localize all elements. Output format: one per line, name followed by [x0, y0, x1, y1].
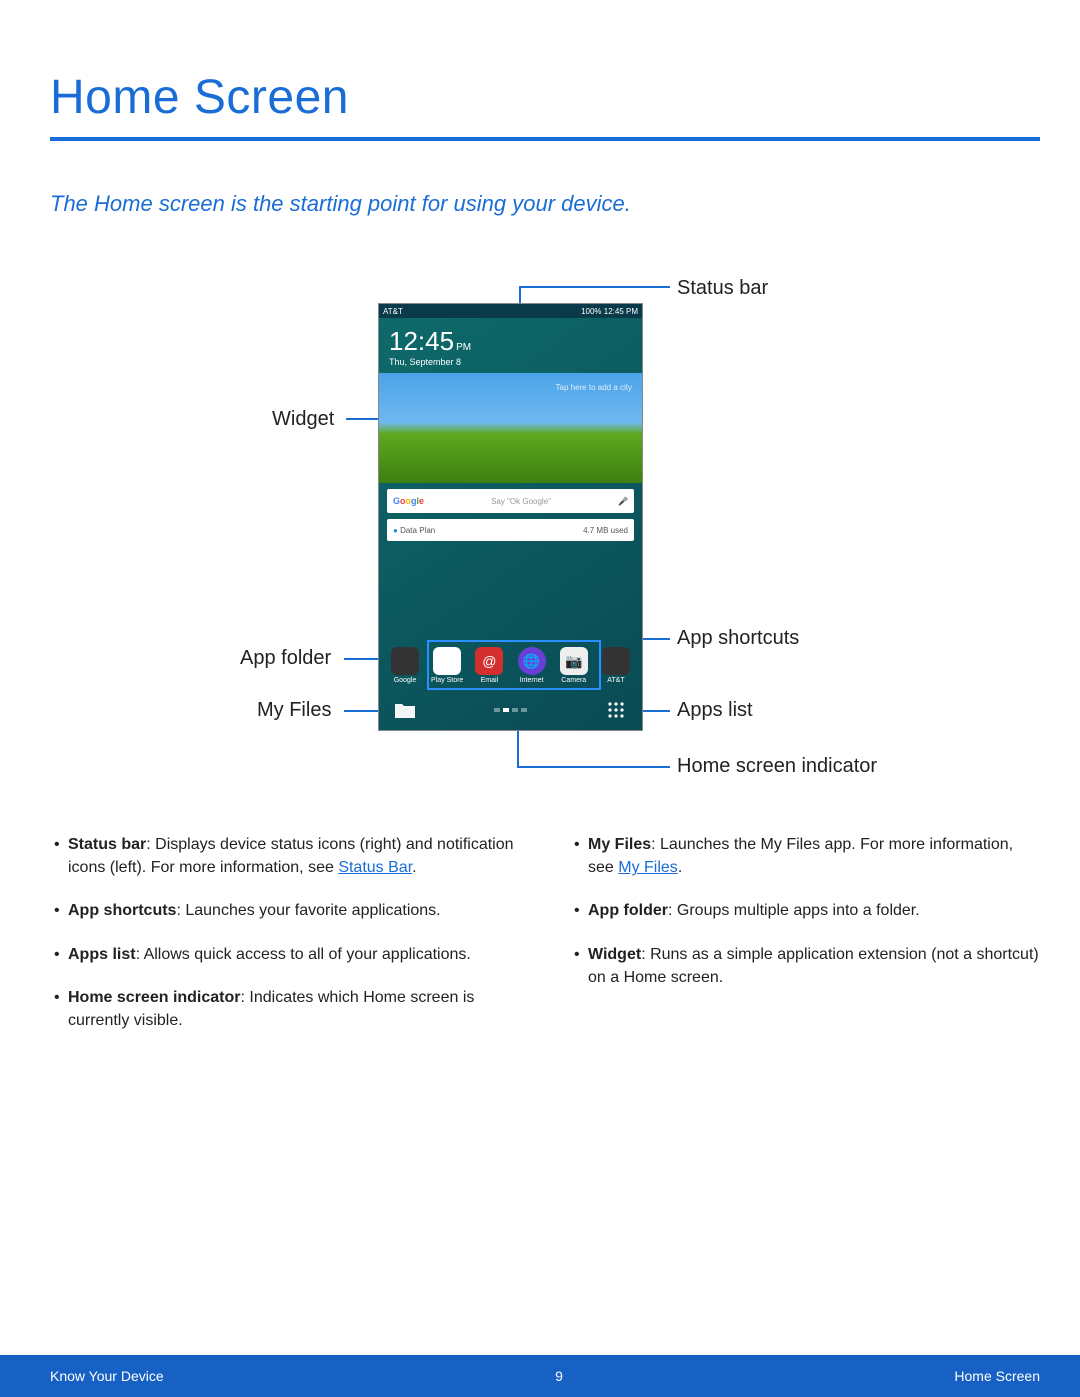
carrier-label: AT&T	[383, 307, 403, 316]
app-label-camera: Camera	[561, 677, 586, 684]
label-status-bar: Status bar	[677, 277, 768, 300]
bottom-row	[379, 698, 642, 722]
label-widget: Widget	[272, 408, 334, 431]
google-logo: Google	[393, 496, 424, 506]
phone-status-bar: AT&T 100% 12:45 PM	[379, 304, 642, 318]
app-att-folder: AT&T	[598, 647, 634, 684]
inline-link[interactable]: My Files	[618, 859, 678, 876]
bullet-term: Widget	[588, 946, 641, 963]
footer-page-number: 9	[555, 1368, 563, 1384]
app-email: @ Email	[471, 647, 507, 684]
bullet-item: App folder: Groups multiple apps into a …	[570, 899, 1040, 922]
status-right: 100% 12:45 PM	[581, 307, 638, 316]
app-label-email: Email	[481, 677, 499, 684]
data-plan-widget: ● Data Plan 4.7 MB used	[387, 519, 634, 541]
app-google-folder: Google	[387, 647, 423, 684]
description-columns: Status bar: Displays device status icons…	[50, 833, 1040, 1052]
my-files-icon	[393, 698, 417, 722]
mic-icon: 🎤	[618, 497, 628, 506]
google-hint: Say "Ok Google"	[491, 497, 551, 506]
bullet-item: Widget: Runs as a simple application ext…	[570, 943, 1040, 989]
intro-text: The Home screen is the starting point fo…	[50, 191, 1040, 217]
title-rule	[50, 137, 1040, 141]
bullet-term: Status bar	[68, 836, 146, 853]
data-plan-used: 4.7 MB used	[583, 526, 628, 535]
inline-link[interactable]: Status Bar	[338, 859, 412, 876]
bullet-term: App shortcuts	[68, 902, 176, 919]
footer-topic: Home Screen	[954, 1368, 1040, 1384]
bullet-item: Status bar: Displays device status icons…	[50, 833, 520, 879]
label-my-files: My Files	[257, 699, 331, 722]
app-label-att: AT&T	[607, 677, 624, 684]
right-column: My Files: Launches the My Files app. For…	[570, 833, 1040, 1052]
label-home-indicator: Home screen indicator	[677, 755, 877, 778]
google-search-widget: Google Say "Ok Google" 🎤	[387, 489, 634, 513]
bullet-item: My Files: Launches the My Files app. For…	[570, 833, 1040, 879]
label-app-shortcuts: App shortcuts	[677, 627, 799, 650]
footer-section: Know Your Device	[50, 1368, 164, 1384]
label-apps-list: Apps list	[677, 699, 753, 722]
add-city-hint: Tap here to add a city	[556, 383, 633, 392]
clock-time: 12:45	[389, 326, 454, 356]
app-dock: Google ▶ Play Store @ Email 🌐 Internet 📷…	[387, 647, 634, 684]
clock-ampm: PM	[456, 342, 471, 353]
page-footer: Know Your Device 9 Home Screen	[0, 1355, 1080, 1397]
clock-date: Thu, September 8	[379, 357, 642, 373]
app-label-google: Google	[394, 677, 417, 684]
home-screen-indicator	[494, 708, 527, 712]
bullet-term: Home screen indicator	[68, 989, 241, 1006]
app-play-store: ▶ Play Store	[429, 647, 465, 684]
data-plan-label: Data Plan	[400, 526, 435, 535]
annotated-diagram: Status bar Widget App folder My Files Ap…	[50, 277, 1040, 827]
bullet-item: Home screen indicator: Indicates which H…	[50, 986, 520, 1032]
left-column: Status bar: Displays device status icons…	[50, 833, 520, 1052]
wallpaper: Tap here to add a city	[379, 373, 642, 483]
apps-list-icon	[604, 698, 628, 722]
bullet-item: Apps list: Allows quick access to all of…	[50, 943, 520, 966]
bullet-term: Apps list	[68, 946, 136, 963]
clock-widget: 12:45PM Thu, September 8	[379, 318, 642, 373]
app-label-internet: Internet	[520, 677, 544, 684]
app-camera: 📷 Camera	[556, 647, 592, 684]
app-label-playstore: Play Store	[431, 677, 463, 684]
bullet-term: My Files	[588, 836, 651, 853]
bullet-term: App folder	[588, 902, 668, 919]
label-app-folder: App folder	[240, 647, 331, 670]
bullet-item: App shortcuts: Launches your favorite ap…	[50, 899, 520, 922]
app-internet: 🌐 Internet	[514, 647, 550, 684]
page-title: Home Screen	[50, 70, 1040, 125]
device-screenshot: AT&T 100% 12:45 PM 12:45PM Thu, Septembe…	[378, 303, 643, 731]
